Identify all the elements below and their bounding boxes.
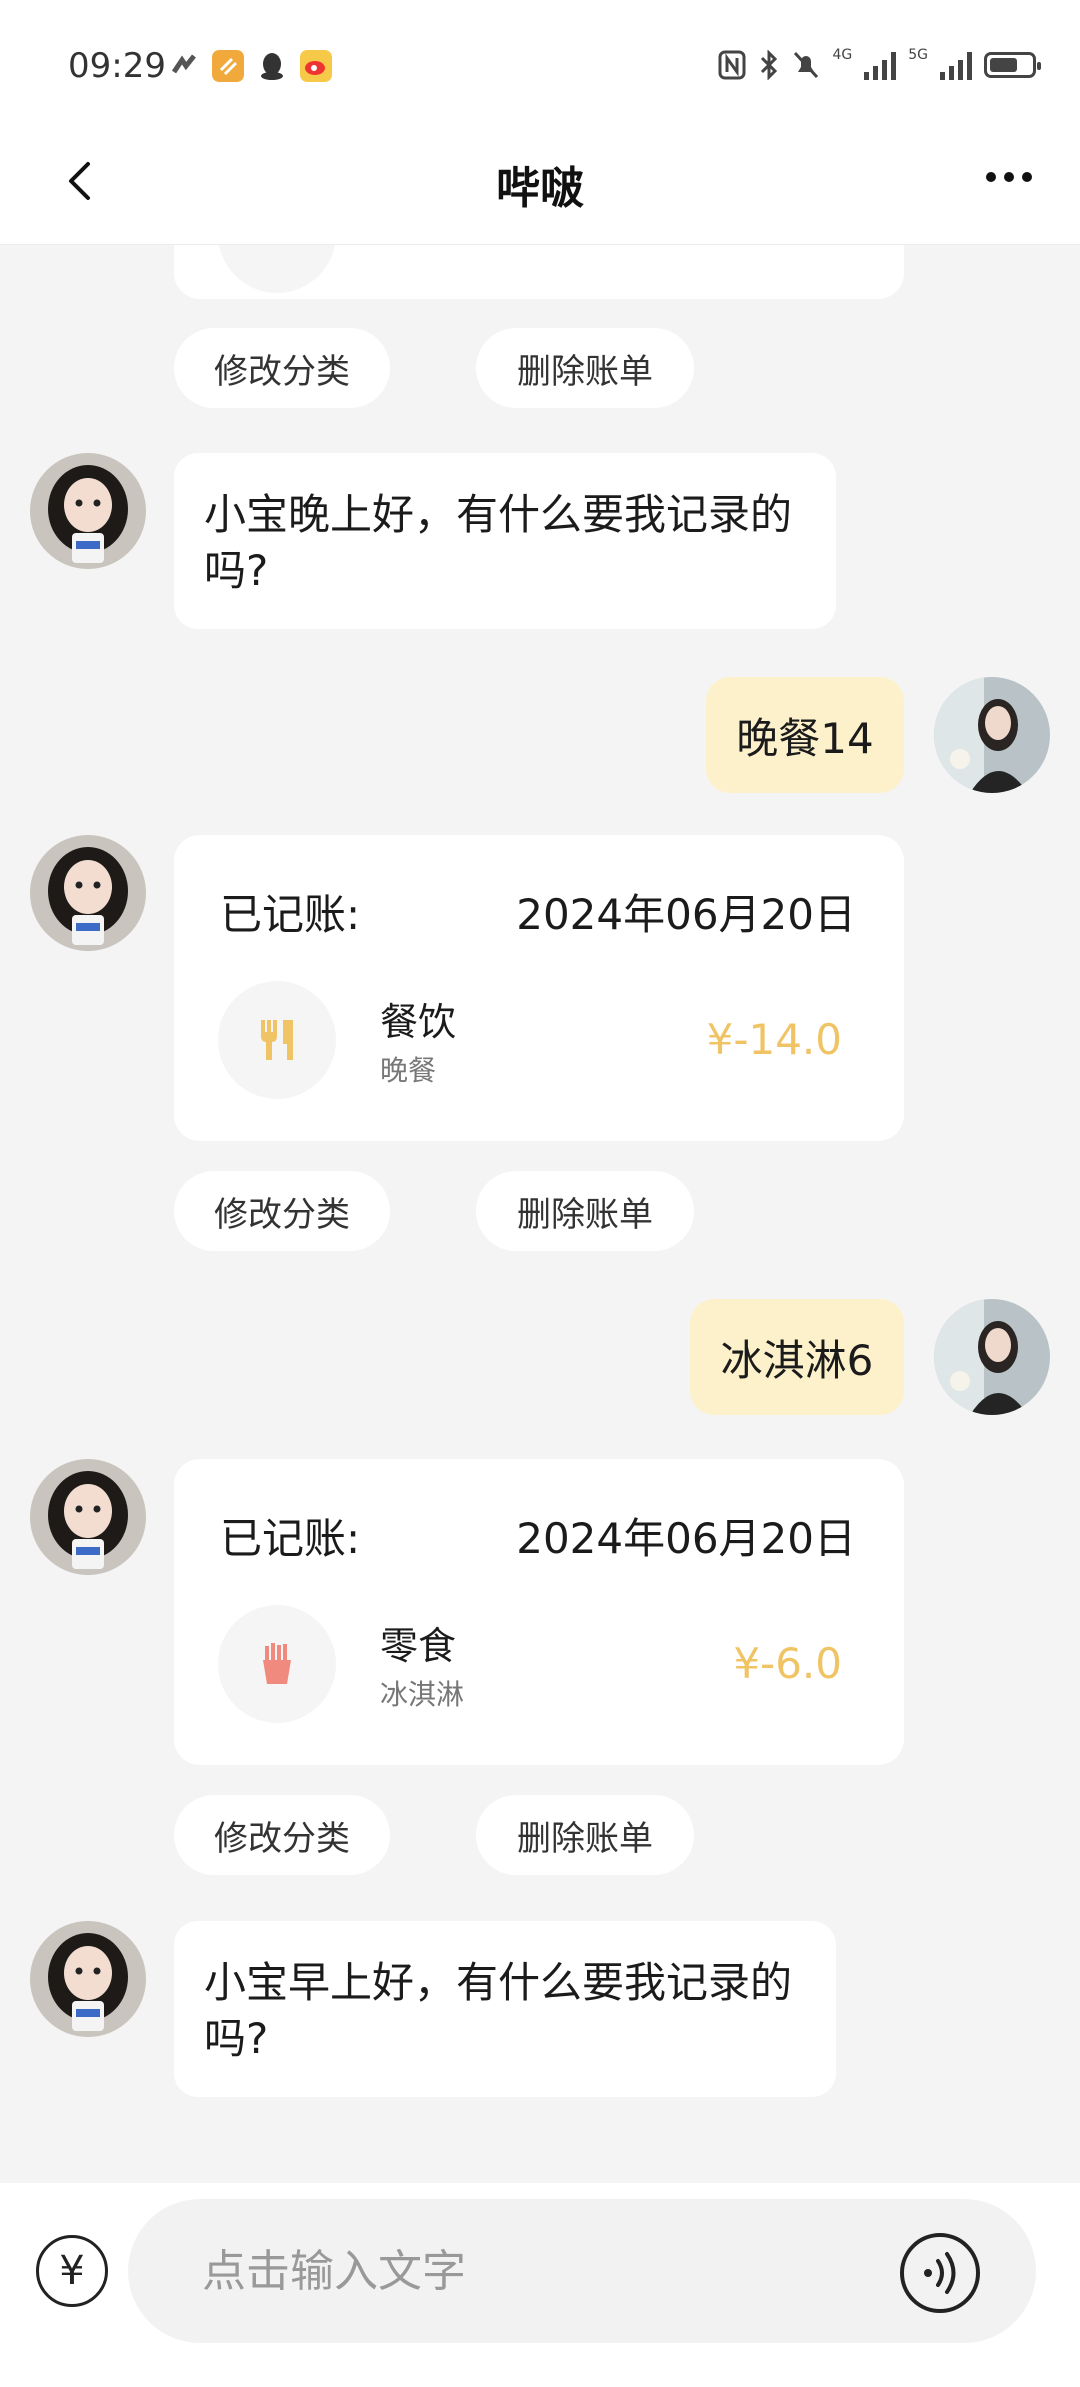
- network-label-1: 4G: [832, 47, 853, 63]
- status-time: 09:29: [68, 46, 166, 86]
- edit-category-button[interactable]: 修改分类: [174, 1795, 390, 1875]
- category-note: 冰淇淋: [380, 1678, 465, 1711]
- bot-avatar[interactable]: [30, 835, 146, 951]
- qq-icon: [261, 53, 283, 80]
- record-label: 已记账:: [220, 890, 361, 939]
- edit-category-button[interactable]: 修改分类: [174, 328, 390, 408]
- record-date: 2024年06月20日: [516, 1514, 856, 1563]
- system-status: 4G 5G: [718, 47, 1041, 80]
- status-bar: 09:29 4G 5G: [0, 0, 1080, 120]
- app-orange-icon: [212, 50, 244, 82]
- bill-amount: ¥-6.0: [733, 1639, 842, 1688]
- signal-1-icon: [864, 50, 897, 80]
- more-options-icon[interactable]: [986, 172, 1032, 182]
- voice-icon[interactable]: [898, 2231, 982, 2315]
- user-avatar[interactable]: [934, 677, 1050, 793]
- weibo-icon: [300, 50, 332, 82]
- category-note: 晚餐: [380, 1054, 437, 1087]
- bot-avatar[interactable]: [30, 1921, 146, 2037]
- record-card-partial: [174, 245, 904, 299]
- user-message: 晚餐14: [706, 677, 904, 793]
- category-icon-wrap: [218, 1605, 336, 1723]
- bot-avatar[interactable]: [30, 1459, 146, 1575]
- chat-list[interactable]: 修改分类 删除账单 小宝晚上好，有什么要我记录的吗? 晚餐14 已记账: 202…: [0, 245, 1080, 2183]
- nav-header: 哔啵: [0, 120, 1080, 245]
- nfc-icon: [718, 50, 746, 80]
- mute-bell-icon: [794, 51, 819, 79]
- page-title: 哔啵: [496, 163, 584, 214]
- battery-level: [990, 58, 1017, 72]
- category-icon-wrap: [218, 981, 336, 1099]
- category-name: 零食: [380, 1624, 457, 1668]
- user-avatar[interactable]: [934, 1299, 1050, 1415]
- input-bar: ¥: [0, 2183, 1080, 2387]
- bill-amount: ¥-14.0: [706, 1015, 842, 1064]
- edit-category-button[interactable]: 修改分类: [174, 1171, 390, 1251]
- bill-record-card[interactable]: 已记账: 2024年06月20日 零食 冰淇淋 ¥-6.0: [174, 1459, 904, 1765]
- category-icon-partial: [218, 245, 336, 293]
- tiktok-lite-icon: [171, 54, 196, 74]
- user-message: 冰淇淋6: [690, 1299, 904, 1415]
- delete-bill-button[interactable]: 删除账单: [476, 1795, 694, 1875]
- bluetooth-icon: [761, 50, 778, 80]
- signal-2-icon: [940, 50, 972, 80]
- fries-icon: [263, 1643, 291, 1684]
- record-date: 2024年06月20日: [516, 890, 856, 939]
- bill-record-card[interactable]: 已记账: 2024年06月20日 餐饮 晚餐 ¥-14.0: [174, 835, 904, 1141]
- network-label-2: 5G: [908, 47, 928, 63]
- delete-bill-button[interactable]: 删除账单: [476, 1171, 694, 1251]
- bot-message-evening: 小宝晚上好，有什么要我记录的吗?: [174, 453, 836, 629]
- bot-message-morning: 小宝早上好，有什么要我记录的吗?: [174, 1921, 836, 2097]
- utensils-icon: [261, 1020, 293, 1060]
- battery-icon: [984, 52, 1041, 78]
- category-name: 餐饮: [380, 1000, 457, 1044]
- notification-icons: [168, 50, 332, 82]
- delete-bill-button[interactable]: 删除账单: [476, 328, 694, 408]
- bot-avatar[interactable]: [30, 453, 146, 569]
- yen-icon[interactable]: ¥: [36, 2235, 108, 2307]
- record-label: 已记账:: [220, 1514, 361, 1563]
